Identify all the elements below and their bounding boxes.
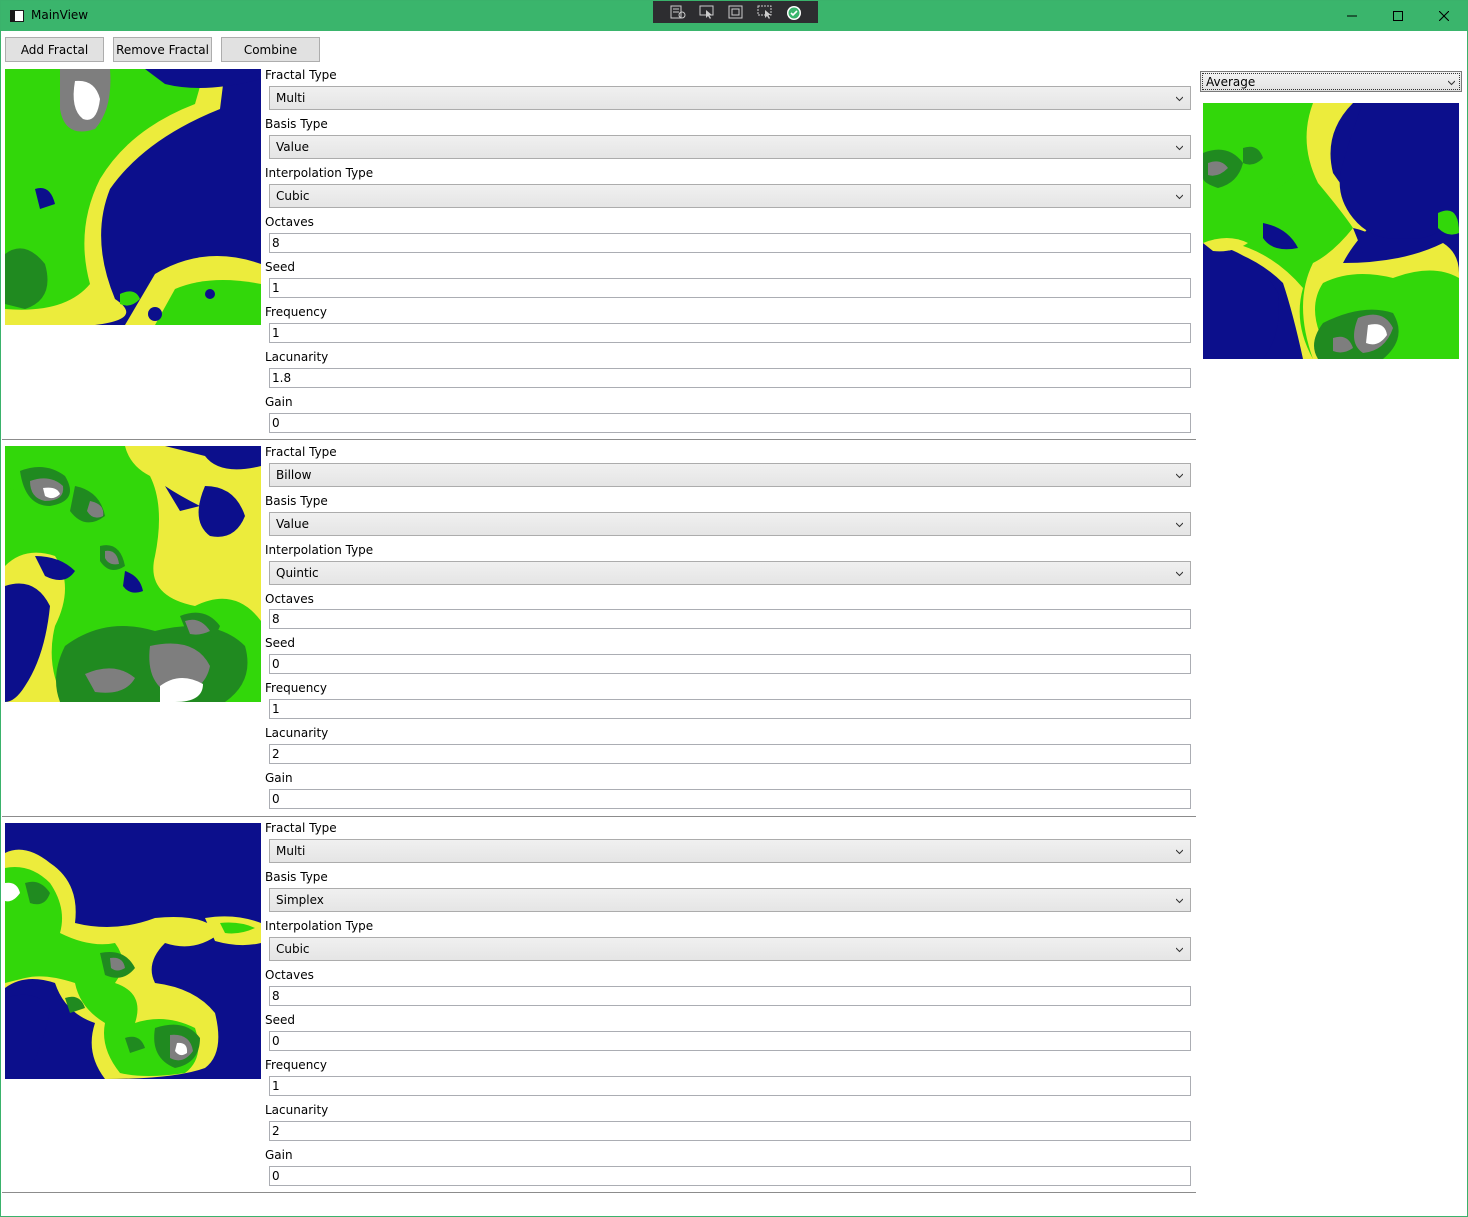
- interpolation-type-label: Interpolation Type: [265, 543, 374, 557]
- window-icon: [10, 10, 24, 22]
- chevron-down-icon: [1448, 80, 1455, 86]
- gain-input[interactable]: 0: [269, 1166, 1191, 1186]
- frequency-label: Frequency: [265, 1058, 327, 1072]
- chevron-down-icon: [1176, 898, 1183, 904]
- fractal-type-label: Fractal Type: [265, 68, 337, 82]
- add-fractal-button[interactable]: Add Fractal: [5, 37, 104, 62]
- lacunarity-input[interactable]: 2: [269, 744, 1191, 764]
- interpolation-type-label: Interpolation Type: [265, 166, 374, 180]
- interpolation-type-dropdown[interactable]: Cubic: [269, 184, 1191, 208]
- gain-input[interactable]: 0: [269, 789, 1191, 809]
- fractal-type-dropdown[interactable]: Multi: [269, 839, 1191, 863]
- interpolation-type-label: Interpolation Type: [265, 919, 374, 933]
- frequency-input[interactable]: 1: [269, 323, 1191, 343]
- close-icon[interactable]: [1421, 1, 1467, 31]
- seed-label: Seed: [265, 636, 295, 650]
- main-window: MainView Add Fractal Remove Fractal Comb…: [0, 0, 1468, 1217]
- window-title: MainView: [31, 8, 89, 22]
- binding-check-icon[interactable]: [786, 5, 802, 20]
- xaml-debug-toolbar: [653, 1, 818, 23]
- display-layout-adorners-icon[interactable]: [728, 5, 744, 19]
- fractal-type-value: Billow: [276, 468, 312, 482]
- interpolation-type-value: Cubic: [276, 942, 310, 956]
- chevron-down-icon: [1176, 849, 1183, 855]
- fractal-preview-image: [5, 446, 261, 702]
- interpolation-type-dropdown[interactable]: Cubic: [269, 937, 1191, 961]
- lacunarity-label: Lacunarity: [265, 350, 329, 364]
- octaves-label: Octaves: [265, 215, 314, 229]
- fractal-type-value: Multi: [276, 91, 306, 105]
- combined-result-image: [1203, 103, 1459, 359]
- select-element-icon[interactable]: [699, 5, 715, 19]
- frequency-label: Frequency: [265, 305, 327, 319]
- basis-type-label: Basis Type: [265, 870, 328, 884]
- seed-input[interactable]: 0: [269, 654, 1191, 674]
- fractal-type-label: Fractal Type: [265, 821, 337, 835]
- gain-label: Gain: [265, 1148, 293, 1162]
- live-visual-tree-icon[interactable]: [670, 5, 686, 19]
- panel-divider: [2, 1192, 1196, 1193]
- frequency-input[interactable]: 1: [269, 1076, 1191, 1096]
- basis-type-value: Value: [276, 517, 309, 531]
- fractal-type-value: Multi: [276, 844, 306, 858]
- chevron-down-icon: [1176, 473, 1183, 479]
- chevron-down-icon: [1176, 96, 1183, 102]
- panel-divider: [2, 816, 1196, 817]
- combine-button[interactable]: Combine: [221, 37, 320, 62]
- basis-type-dropdown[interactable]: Value: [269, 135, 1191, 159]
- fractal-type-dropdown[interactable]: Multi: [269, 86, 1191, 110]
- interpolation-type-value: Quintic: [276, 566, 319, 580]
- basis-type-label: Basis Type: [265, 494, 328, 508]
- octaves-label: Octaves: [265, 968, 314, 982]
- octaves-input[interactable]: 8: [269, 609, 1191, 629]
- basis-type-dropdown[interactable]: Value: [269, 512, 1191, 536]
- frequency-input[interactable]: 1: [269, 699, 1191, 719]
- basis-type-value: Value: [276, 140, 309, 154]
- panel-divider: [2, 439, 1196, 440]
- window-controls: [1329, 1, 1467, 31]
- gain-input[interactable]: 0: [269, 413, 1191, 433]
- basis-type-label: Basis Type: [265, 117, 328, 131]
- lacunarity-input[interactable]: 2: [269, 1121, 1191, 1141]
- lacunarity-input[interactable]: 1.8: [269, 368, 1191, 388]
- interpolation-type-dropdown[interactable]: Quintic: [269, 561, 1191, 585]
- lacunarity-label: Lacunarity: [265, 726, 329, 740]
- basis-type-value: Simplex: [276, 893, 324, 907]
- minimize-icon[interactable]: [1329, 1, 1375, 31]
- maximize-icon[interactable]: [1375, 1, 1421, 31]
- title-bar[interactable]: MainView: [1, 1, 1467, 31]
- chevron-down-icon: [1176, 571, 1183, 577]
- seed-input[interactable]: 0: [269, 1031, 1191, 1051]
- chevron-down-icon: [1176, 947, 1183, 953]
- chevron-down-icon: [1176, 145, 1183, 151]
- chevron-down-icon: [1176, 522, 1183, 528]
- lacunarity-label: Lacunarity: [265, 1103, 329, 1117]
- basis-type-dropdown[interactable]: Simplex: [269, 888, 1191, 912]
- combine-mode-dropdown[interactable]: Average: [1200, 71, 1462, 92]
- gain-label: Gain: [265, 395, 293, 409]
- seed-input[interactable]: 1: [269, 278, 1191, 298]
- fractal-type-dropdown[interactable]: Billow: [269, 463, 1191, 487]
- octaves-input[interactable]: 8: [269, 233, 1191, 253]
- interpolation-type-value: Cubic: [276, 189, 310, 203]
- track-focused-element-icon[interactable]: [757, 5, 773, 19]
- fractal-preview-image: [5, 823, 261, 1079]
- octaves-input[interactable]: 8: [269, 986, 1191, 1006]
- gain-label: Gain: [265, 771, 293, 785]
- seed-label: Seed: [265, 1013, 295, 1027]
- combine-mode-value: Average: [1206, 75, 1256, 89]
- seed-label: Seed: [265, 260, 295, 274]
- chevron-down-icon: [1176, 194, 1183, 200]
- octaves-label: Octaves: [265, 592, 314, 606]
- remove-fractal-button[interactable]: Remove Fractal: [113, 37, 212, 62]
- fractal-preview-image: [5, 69, 261, 325]
- frequency-label: Frequency: [265, 681, 327, 695]
- fractal-type-label: Fractal Type: [265, 445, 337, 459]
